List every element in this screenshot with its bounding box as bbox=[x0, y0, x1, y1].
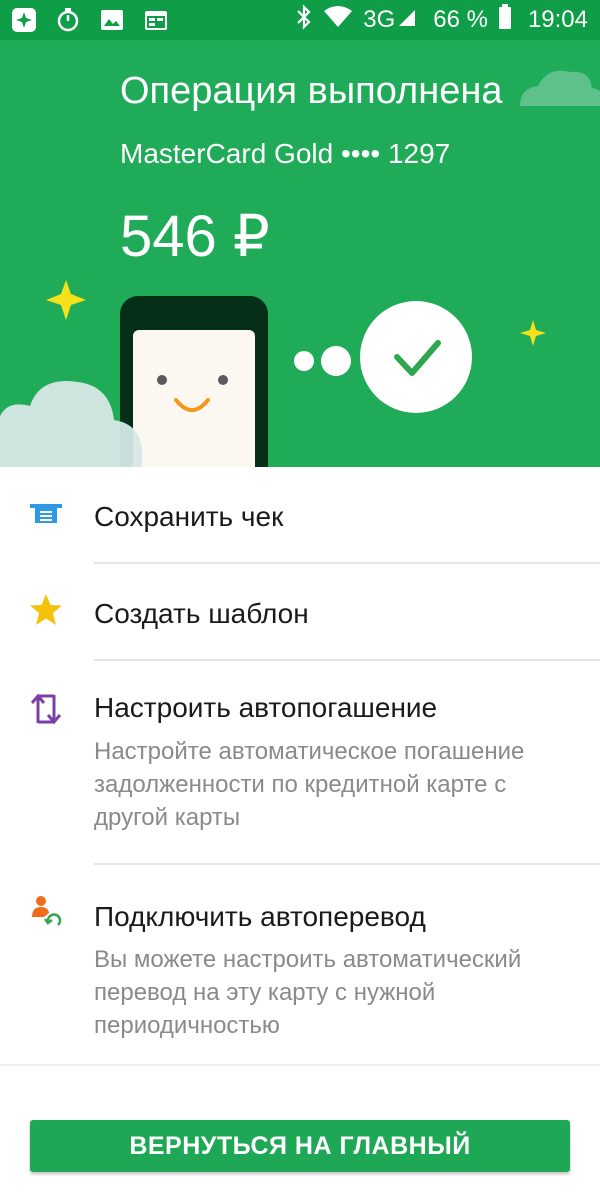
battery-level: 66 % bbox=[433, 6, 488, 33]
divider bbox=[0, 1064, 600, 1066]
auto-transfer-label: Подключить автоперевод bbox=[94, 901, 426, 932]
timer-icon bbox=[54, 6, 82, 34]
clock: 19:04 bbox=[527, 6, 588, 33]
amount: 546 ₽ bbox=[120, 204, 270, 269]
phone-face-icon bbox=[120, 296, 268, 467]
create-template-item[interactable]: Создать шаблон bbox=[0, 564, 600, 661]
cloud-small-icon bbox=[520, 70, 600, 106]
save-receipt-label: Сохранить чек bbox=[94, 501, 284, 532]
signal-icon bbox=[397, 6, 417, 35]
auto-transfer-item[interactable]: Подключить автоперевод Вы можете настрои… bbox=[0, 865, 600, 1065]
save-receipt-item[interactable]: Сохранить чек bbox=[0, 467, 600, 564]
receipt-icon bbox=[28, 499, 64, 535]
checkmark-icon bbox=[360, 301, 472, 413]
auto-repayment-item[interactable]: Настроить автопогашение Настройте автома… bbox=[0, 661, 600, 865]
calendar-icon bbox=[142, 6, 170, 34]
wifi-icon bbox=[323, 5, 353, 36]
star-icon bbox=[28, 592, 64, 628]
status-bar: 3G 66 % 19:04 bbox=[0, 0, 600, 40]
return-home-button[interactable]: ВЕРНУТЬСЯ НА ГЛАВНЫЙ bbox=[30, 1120, 570, 1172]
transfer-arrows-icon bbox=[28, 691, 64, 727]
page-title: Операция выполнена bbox=[120, 70, 503, 112]
success-header: Операция выполнена MasterCard Gold •••• … bbox=[0, 40, 600, 467]
card-name: MasterCard Gold •••• 1297 bbox=[120, 138, 451, 169]
dots-icon bbox=[294, 346, 351, 376]
auto-transfer-description: Вы можете настроить автоматический перев… bbox=[94, 946, 522, 1039]
auto-repayment-label: Настроить автопогашение bbox=[94, 692, 438, 723]
create-template-label: Создать шаблон bbox=[94, 598, 309, 629]
network-type: 3G bbox=[363, 6, 396, 33]
battery-icon bbox=[498, 3, 512, 37]
bluetooth-icon bbox=[295, 3, 313, 37]
image-icon bbox=[98, 6, 126, 34]
auto-repayment-description: Настройте автоматическое погашение задол… bbox=[94, 738, 525, 831]
person-cycle-icon bbox=[28, 895, 64, 931]
app-icon bbox=[10, 6, 38, 34]
